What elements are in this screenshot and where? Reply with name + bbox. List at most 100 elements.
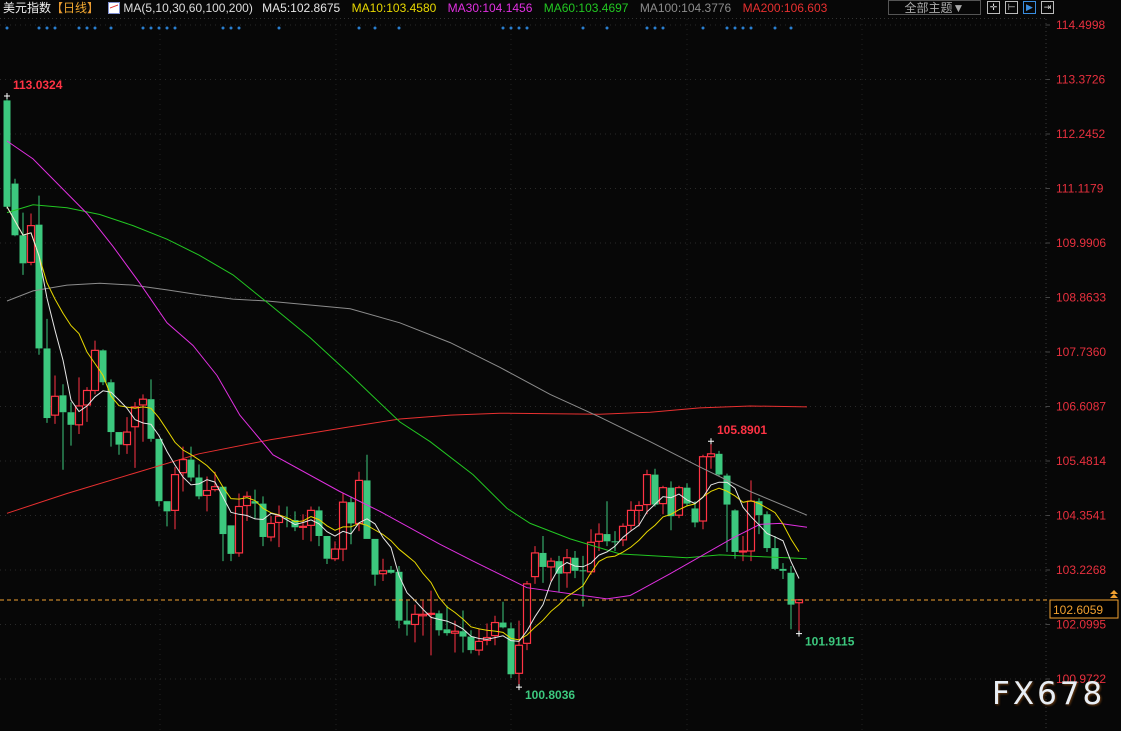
ma10-line [6,206,800,641]
candle-body-down [499,622,507,628]
candle-body-down [507,628,515,675]
candle-body-up [490,621,500,637]
candle-body-down [667,487,675,517]
candle-body-down [115,432,123,445]
y-tick-label: 104.3541 [1056,509,1106,523]
signal-dot [173,26,177,30]
candle [539,536,547,583]
candle [482,623,492,646]
signal-dot [109,26,113,30]
candle [555,555,563,593]
signal-dot [581,26,585,30]
watermark: FX678 [992,676,1106,712]
candle-body-up [530,552,540,578]
candle-body-down [147,399,155,439]
signal-dot [373,26,377,30]
candle-body-down [371,538,379,575]
candle-body-up [562,557,572,574]
signal-dot [53,26,57,30]
y-tick-label: 107.7360 [1056,345,1106,359]
candle [403,600,411,636]
signal-dot [85,26,89,30]
candle [410,604,420,643]
candle [499,601,507,629]
candle [138,394,148,442]
candle [130,402,140,468]
y-tick-label: 102.0995 [1056,618,1106,632]
candle-body-down [435,613,443,631]
signal-dot [149,26,153,30]
signal-dot [661,26,665,30]
candle-body-down [43,348,51,419]
high-annotation: 113.0324 [13,78,63,92]
candle-body-down [59,395,67,413]
candle [50,375,60,424]
candle [155,438,163,507]
candle [82,387,92,422]
candle-body-up [170,474,180,511]
candle [514,620,524,688]
candle-body-down [363,480,371,539]
candle [522,580,532,651]
candle-body-down [571,557,579,571]
candle [674,485,684,519]
candle [251,489,259,520]
candle [507,622,515,679]
signal-dot [93,26,97,30]
candle-body-down [315,510,323,537]
signal-dot [45,26,49,30]
candle [642,469,652,515]
signal-dot [733,26,737,30]
candle [59,384,67,470]
candle [771,536,779,570]
signal-dot [789,26,793,30]
candle-body-up [546,560,556,568]
candle-body-down [443,629,451,634]
candle [115,432,123,455]
candle-body-up [642,474,652,506]
candle-body-up [138,398,148,406]
current-price-marker-icon [1110,590,1118,599]
candle-body-up [706,453,716,458]
candle [122,417,132,454]
candle [667,481,675,531]
candle [634,501,644,527]
candle-body-up [330,548,340,560]
candle-body-down [539,552,547,567]
candle [11,178,19,237]
candle [763,511,771,552]
candlestick-chart[interactable]: 114.4998 113.3726 112.2452 111.1179 109.9906… [0,0,1121,731]
signal-dot [37,26,41,30]
candle-body-down [611,541,619,543]
candle-body-down [3,100,11,207]
candle [371,538,379,586]
candle-body-down [403,620,411,625]
signal-dot [165,26,169,30]
candle-body-down [67,412,75,425]
y-tick-label: 106.6087 [1056,400,1106,414]
candle-body-down [195,477,203,497]
candle-body-down [459,631,467,637]
candle [202,476,212,512]
y-tick-label: 109.9906 [1056,236,1106,250]
signal-dot [277,26,281,30]
candle-body-up [50,395,60,416]
y-tick-label: 114.4998 [1056,18,1105,32]
candle-body-up [338,501,348,550]
candle-body-down [35,224,43,349]
candle [787,565,795,630]
signal-dot [5,26,9,30]
candle [74,377,84,434]
candle-body-up [178,459,188,474]
signal-dot [749,26,753,30]
candle [3,96,11,209]
signal-dot [525,26,529,30]
signal-dot [701,26,705,30]
candle [626,501,636,532]
candle [19,212,27,275]
current-price-label: 102.6059 [1053,603,1103,617]
candle-body-down [19,235,27,264]
candle [35,195,43,355]
candle [347,496,355,545]
candle-body-up [738,550,748,553]
